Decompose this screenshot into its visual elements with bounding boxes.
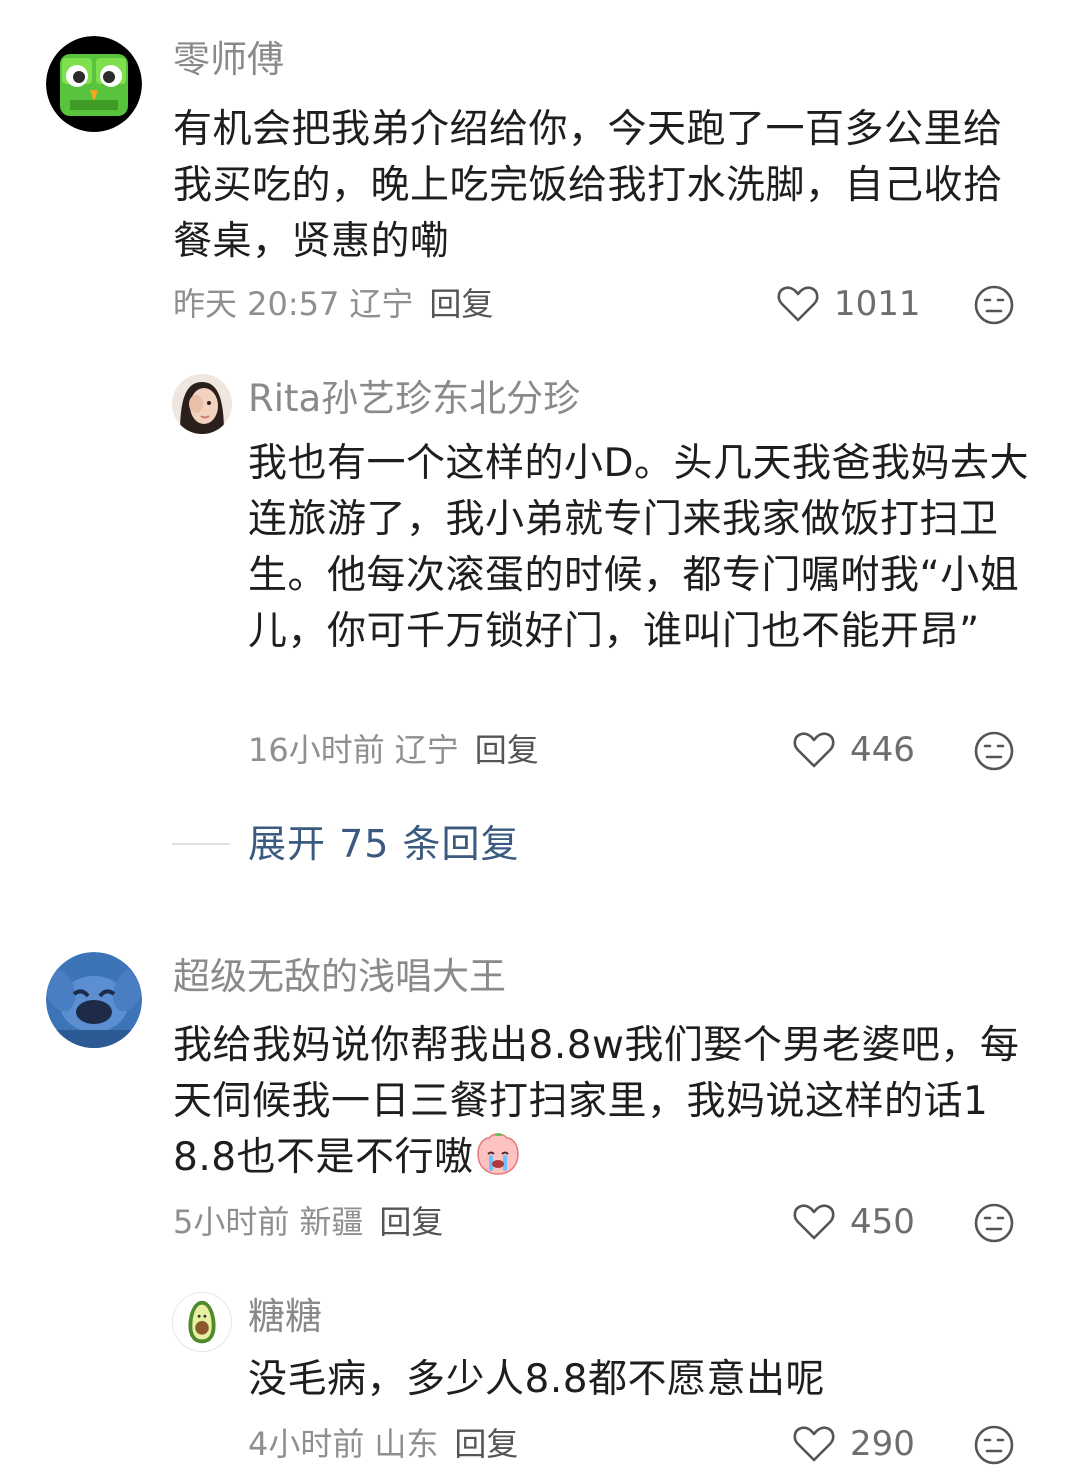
reply-button[interactable]: 回复 [454, 1425, 518, 1463]
user-avatar[interactable] [172, 1292, 232, 1352]
divider-line [172, 843, 230, 845]
heart-icon [793, 732, 835, 768]
avocado-avatar-icon [173, 1293, 231, 1351]
username[interactable]: 零师傅 [173, 38, 284, 82]
username[interactable]: 超级无敌的浅唱大王 [173, 955, 506, 999]
comment-meta: 16小时前 辽宁 回复 [248, 730, 549, 770]
crying-peach-emoji-icon [476, 1133, 519, 1175]
reply-button[interactable]: 回复 [429, 285, 493, 323]
comment-time: 5小时前 [173, 1203, 290, 1241]
like-count: 450 [850, 1202, 915, 1242]
reaction-button[interactable] [973, 1424, 1015, 1466]
reply-button[interactable]: 回复 [379, 1203, 443, 1241]
expand-replies-label: 展开 75 条回复 [248, 822, 520, 866]
comment-text: 没毛病，多少人8.8都不愿意出呢 [248, 1357, 826, 1402]
reply-button[interactable]: 回复 [475, 731, 539, 769]
user-avatar[interactable] [46, 952, 142, 1048]
comment-time: 4小时前 [248, 1425, 365, 1463]
like-button[interactable]: 450 [792, 1200, 915, 1244]
green-owl-avatar-icon [46, 36, 142, 132]
comment-location: 山东 [374, 1425, 439, 1463]
comment-meta: 5小时前 新疆 回复 [173, 1202, 453, 1242]
comment-text: 有机会把我弟介绍给你，今天跑了一百多公里给我买吃的，晚上吃完饭给我打水洗脚，自己… [173, 107, 1003, 264]
comment-location: 新疆 [299, 1203, 364, 1241]
username[interactable]: 糖糖 [248, 1295, 322, 1339]
comment-location: 辽宁 [349, 285, 414, 323]
like-count: 290 [850, 1424, 915, 1464]
user-avatar[interactable] [172, 374, 232, 434]
comment-meta: 昨天 20:57 辽宁 回复 [173, 284, 503, 324]
heart-icon [777, 286, 819, 322]
neutral-face-icon [974, 285, 1014, 325]
like-button[interactable]: 446 [792, 728, 915, 772]
comment-location: 辽宁 [394, 731, 459, 769]
reaction-button[interactable] [973, 730, 1015, 772]
comment-time: 昨天 20:57 [173, 285, 340, 323]
neutral-face-icon [974, 1425, 1014, 1465]
heart-icon [793, 1204, 835, 1240]
like-button[interactable]: 1011 [776, 282, 921, 326]
neutral-face-icon [974, 1203, 1014, 1243]
comment-text: 我给我妈说你帮我出8.8w我们娶个男老婆吧，每天伺候我一日三餐打扫家里，我妈说这… [173, 1018, 1023, 1186]
comment-meta: 4小时前 山东 回复 [248, 1424, 528, 1464]
like-button[interactable]: 290 [792, 1422, 915, 1466]
comment-time: 16小时前 [248, 731, 385, 769]
reaction-button[interactable] [973, 1202, 1015, 1244]
like-count: 1011 [834, 284, 921, 324]
like-count: 446 [850, 730, 915, 770]
comment-text-body: 我给我妈说你帮我出8.8w我们娶个男老婆吧，每天伺候我一日三餐打扫家里，我妈说这… [173, 1023, 1020, 1180]
heart-icon [793, 1426, 835, 1462]
stitch-avatar-icon [46, 952, 142, 1048]
expand-replies-button[interactable]: 展开 75 条回复 [172, 818, 520, 870]
username[interactable]: Rita孙艺珍东北分珍 [248, 377, 580, 421]
neutral-face-icon [974, 731, 1014, 771]
comment-text: 我也有一个这样的小D。头几天我爸我妈去大连旅游了，我小弟就专门来我家做饭打扫卫生… [248, 441, 1030, 654]
reaction-button[interactable] [973, 284, 1015, 326]
user-avatar[interactable] [46, 36, 142, 132]
girl-photo-avatar-icon [172, 374, 232, 434]
